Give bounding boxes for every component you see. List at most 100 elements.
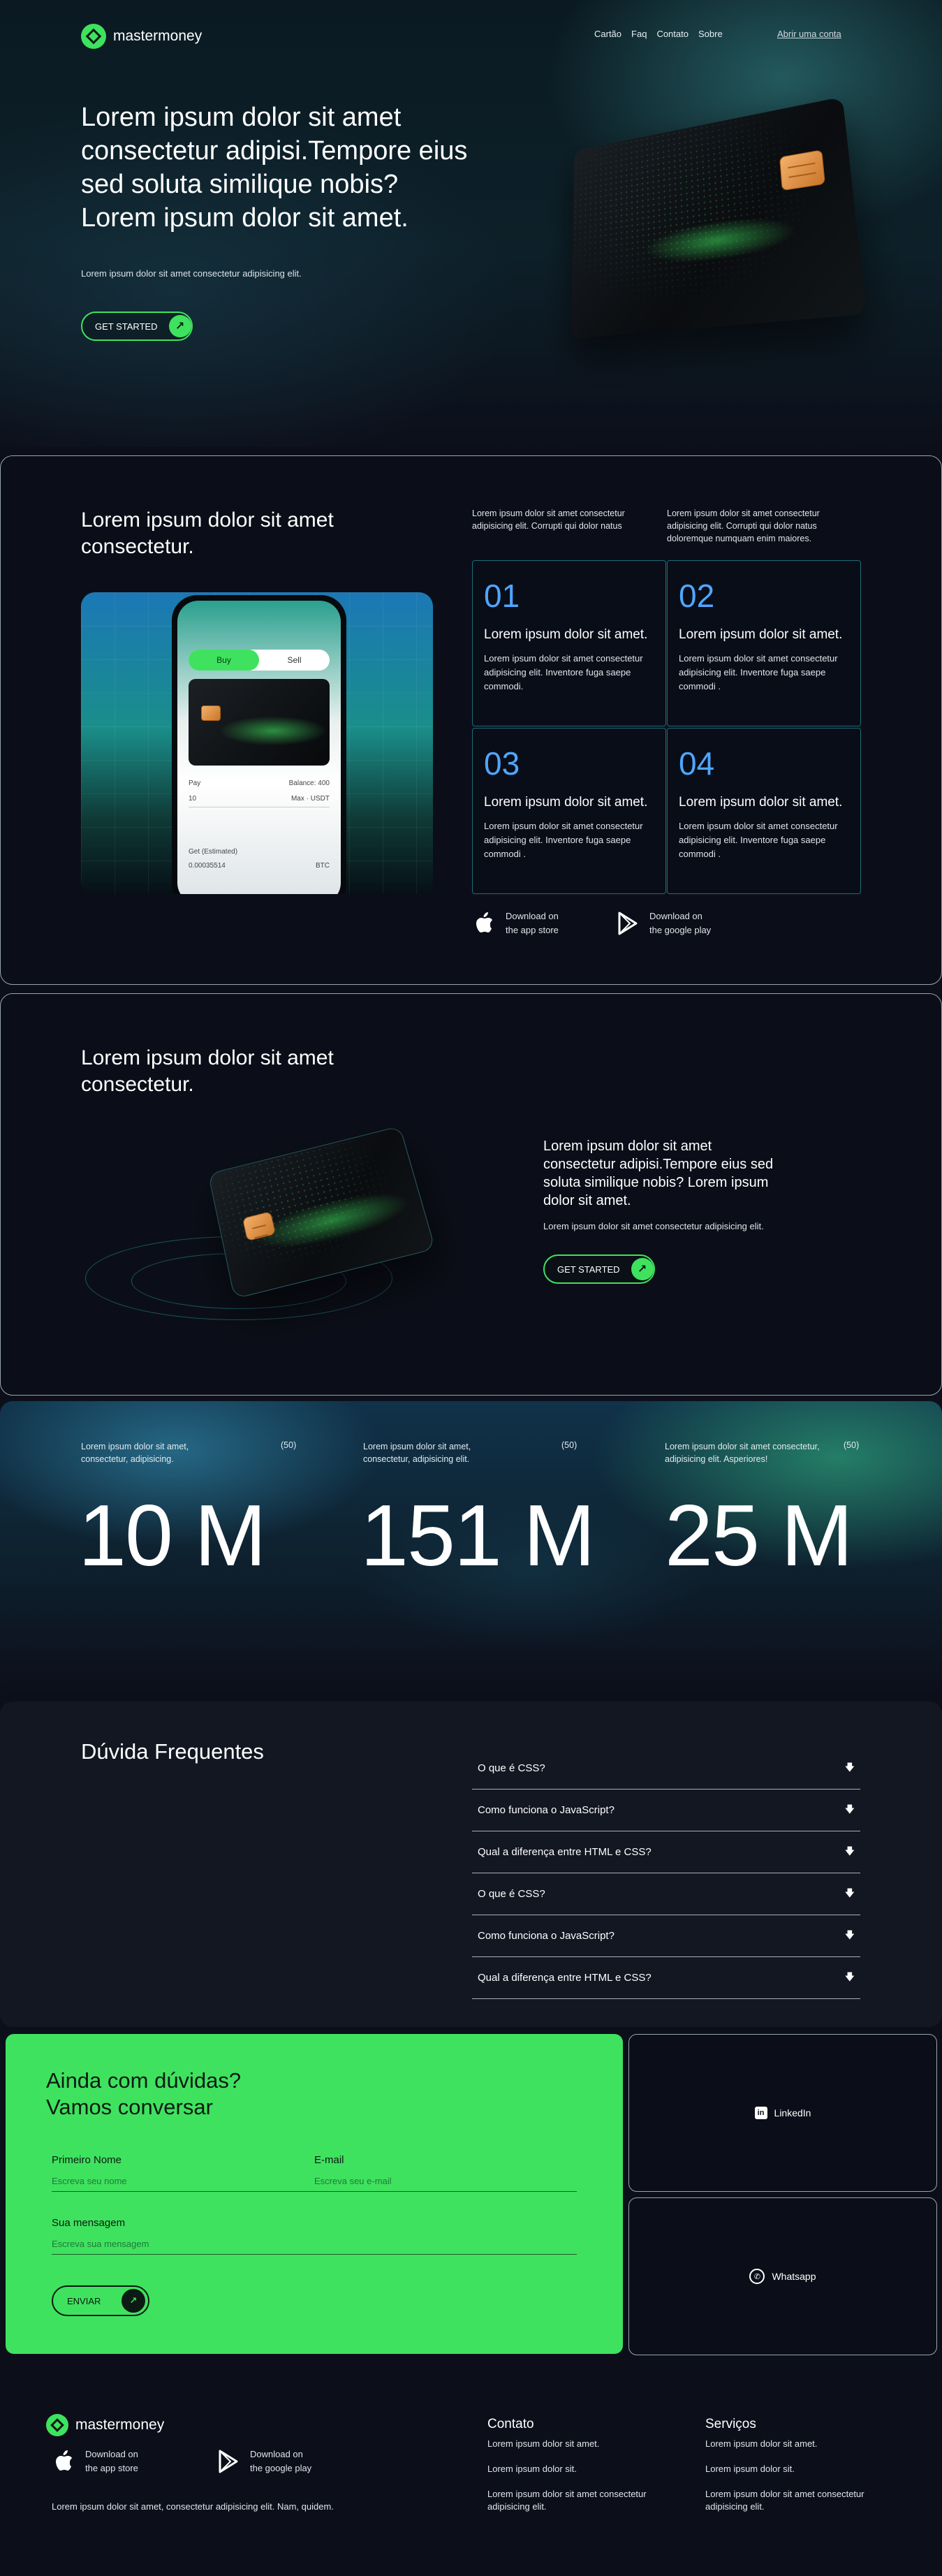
message-label: Sua mensagem (52, 2217, 125, 2229)
footer-services-item[interactable]: Lorem ipsum dolor sit amet consectetur a… (705, 2488, 894, 2513)
get-started-button[interactable]: GET STARTED ↗ (81, 312, 193, 341)
nav-link-contato[interactable]: Contato (656, 29, 689, 39)
nav-link-cartao[interactable]: Cartão (594, 29, 621, 39)
faq-question: Qual a diferença entre HTML e CSS? (478, 1846, 652, 1858)
arrow-down-icon: 🡇 (845, 1928, 855, 1945)
linkedin-link[interactable]: in LinkedIn (628, 2034, 937, 2192)
linkedin-icon: in (755, 2107, 767, 2119)
buy-sell-toggle[interactable]: Buy Sell (189, 650, 330, 671)
sell-tab[interactable]: Sell (259, 655, 330, 665)
feature-desc: Lorem ipsum dolor sit amet consectetur a… (484, 652, 654, 694)
faq-item[interactable]: O que é CSS? 🡇 (472, 1873, 860, 1915)
phone-card-image (189, 679, 330, 766)
feature-desc: Lorem ipsum dolor sit amet consectetur a… (679, 652, 849, 694)
balance-label: Balance: 400 (289, 780, 330, 787)
message-field[interactable] (52, 2234, 577, 2255)
google-play-line1: Download on (250, 2449, 303, 2459)
pay-label: Pay (189, 780, 200, 787)
logo[interactable]: mastermoney (81, 24, 202, 49)
feature-number: 01 (484, 578, 654, 614)
arrow-down-icon: 🡇 (845, 1886, 855, 1903)
faq-item[interactable]: O que é CSS? 🡇 (472, 1748, 860, 1790)
stat-description: Lorem ipsum dolor sit amet consectetur, … (665, 1440, 839, 1465)
phone-mockup: Buy Sell Pay Balance: 400 10 Max · USDT Ge… (81, 592, 433, 894)
main-nav: Cartão Faq Contato Sobre (594, 29, 733, 39)
get-currency[interactable]: BTC (316, 862, 330, 870)
open-account-link[interactable]: Abrir uma conta (777, 29, 841, 39)
max-label[interactable]: Max (291, 795, 304, 803)
faq-title: Dúvida Frequentes (81, 1739, 264, 1764)
google-play-link[interactable]: Download on the google play (216, 2447, 311, 2475)
feature-title: Lorem ipsum dolor sit amet. (679, 794, 849, 811)
footer-contact-item[interactable]: Lorem ipsum dolor sit amet consectetur a… (487, 2488, 676, 2513)
arrow-down-icon: 🡇 (845, 1760, 855, 1777)
feature-card: 02 Lorem ipsum dolor sit amet. Lorem ips… (667, 560, 861, 726)
feature-number: 03 (484, 745, 654, 782)
hero-subtitle: Lorem ipsum dolor sit amet consectetur a… (81, 268, 302, 279)
feature-title: Lorem ipsum dolor sit amet. (679, 627, 849, 643)
buy-tab[interactable]: Buy (189, 650, 259, 671)
stat-value: 10 M (78, 1491, 265, 1581)
email-field[interactable] (314, 2171, 577, 2192)
first-name-label: Primeiro Nome (52, 2154, 122, 2166)
stat-value: 25 M (665, 1491, 852, 1581)
app-store-link[interactable]: Download on the app store (52, 2447, 138, 2475)
feature-card: 01 Lorem ipsum dolor sit amet. Lorem ips… (472, 560, 666, 726)
arrow-down-icon: 🡇 (845, 1844, 855, 1861)
stat-description: Lorem ipsum dolor sit amet, consectetur,… (81, 1440, 228, 1465)
feature-desc: Lorem ipsum dolor sit amet consectetur a… (484, 819, 654, 861)
contact-title-line1: Ainda com dúvidas? (46, 2068, 241, 2093)
get-started-button[interactable]: GET STARTED ↗ (543, 1254, 655, 1284)
stat-description: Lorem ipsum dolor sit amet, consectetur,… (363, 1440, 510, 1465)
nav-link-faq[interactable]: Faq (631, 29, 647, 39)
contact-title: Ainda com dúvidas? Vamos conversar (46, 2068, 241, 2121)
footer-contact-item[interactable]: Lorem ipsum dolor sit amet. (487, 2438, 676, 2450)
contact-title-line2: Vamos conversar (46, 2095, 213, 2119)
google-play-icon (216, 2450, 240, 2473)
faq-question: Como funciona o JavaScript? (478, 1804, 614, 1816)
faq-item[interactable]: Como funciona o JavaScript? 🡇 (472, 1915, 860, 1957)
pay-value[interactable]: 10 (189, 795, 196, 803)
footer-services-item[interactable]: Lorem ipsum dolor sit. (705, 2463, 894, 2475)
stat-value: 151 M (360, 1491, 594, 1581)
faq-question: O que é CSS? (478, 1762, 545, 1774)
feature-title: Lorem ipsum dolor sit amet. (484, 794, 654, 811)
footer-services-item[interactable]: Lorem ipsum dolor sit amet. (705, 2438, 894, 2450)
feature-desc: Lorem ipsum dolor sit amet consectetur a… (679, 819, 849, 861)
app-store-line2: the app store (85, 2463, 138, 2473)
footer-brand: mastermoney (75, 2417, 164, 2434)
arrow-down-icon: 🡇 (845, 1802, 855, 1819)
app-store-line2: the app store (506, 925, 559, 935)
footer-logo[interactable]: mastermoney (46, 2414, 164, 2436)
arrow-icon: ↗ (169, 315, 191, 337)
apple-icon (52, 2450, 75, 2473)
faq-item[interactable]: Qual a diferença entre HTML e CSS? 🡇 (472, 1957, 860, 1999)
feature-card: 04 Lorem ipsum dolor sit amet. Lorem ips… (667, 728, 861, 894)
pay-currency[interactable]: USDT (311, 795, 330, 803)
feature-title: Lorem ipsum dolor sit amet. (484, 627, 654, 643)
whatsapp-icon: ✆ (749, 2269, 765, 2284)
app-store-link[interactable]: Download on the app store (472, 909, 559, 937)
faq-item[interactable]: Qual a diferença entre HTML e CSS? 🡇 (472, 1831, 860, 1873)
google-play-line2: the google play (250, 2463, 311, 2473)
stat-count: (50) (561, 1440, 577, 1450)
google-play-link[interactable]: Download on the google play (616, 909, 711, 937)
feature-card: 03 Lorem ipsum dolor sit amet. Lorem ips… (472, 728, 666, 894)
footer-services-heading: Serviços (705, 2417, 756, 2432)
send-button[interactable]: ENVIAR ↗ (52, 2285, 149, 2316)
email-label: E-mail (314, 2154, 344, 2166)
whatsapp-link[interactable]: ✆ Whatsapp (628, 2197, 937, 2355)
arrow-icon: ↗ (631, 1258, 654, 1280)
showcase-subtitle: Lorem ipsum dolor sit amet consectetur a… (543, 1221, 764, 1231)
footer-contact-item[interactable]: Lorem ipsum dolor sit. (487, 2463, 676, 2475)
stat-count: (50) (844, 1440, 859, 1450)
faq-item[interactable]: Como funciona o JavaScript? 🡇 (472, 1790, 860, 1831)
faq-question: Como funciona o JavaScript? (478, 1930, 614, 1942)
features-title: Lorem ipsum dolor sit amet consectetur. (81, 507, 374, 560)
google-play-line2: the google play (649, 925, 711, 935)
first-name-field[interactable] (52, 2171, 316, 2192)
nav-link-sobre[interactable]: Sobre (698, 29, 723, 39)
app-store-line1: Download on (85, 2449, 138, 2459)
send-label: ENVIAR (67, 2296, 101, 2306)
hero-title: Lorem ipsum dolor sit amet consectetur a… (81, 101, 472, 235)
